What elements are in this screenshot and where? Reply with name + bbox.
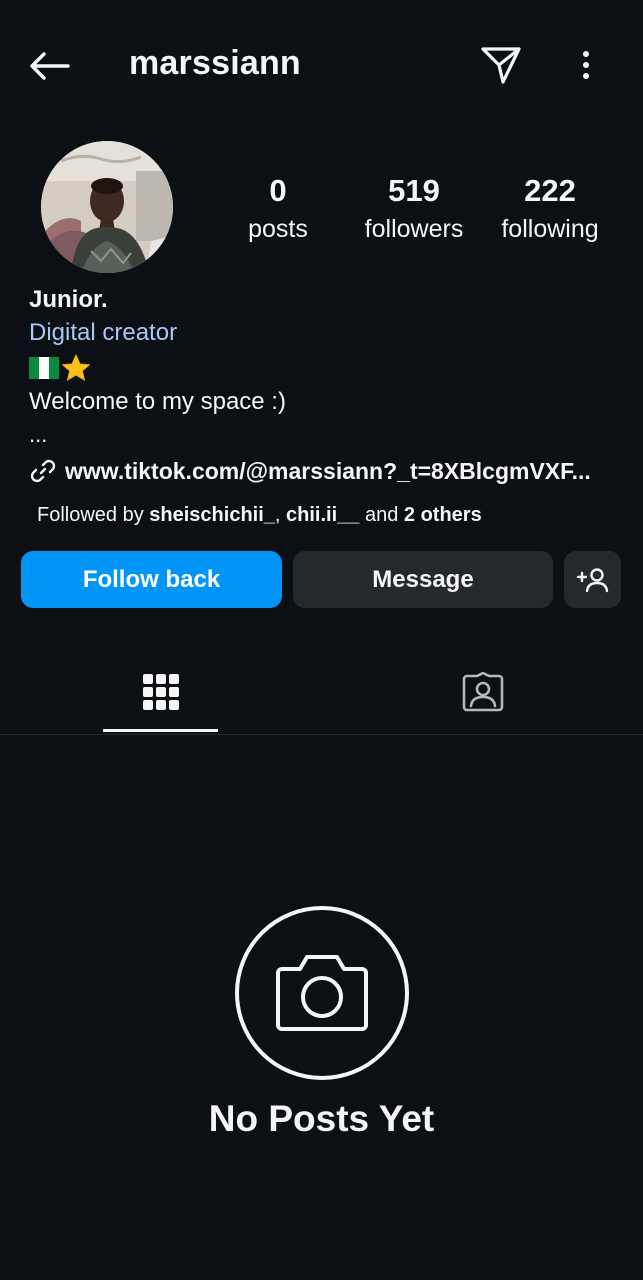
bio-text: Welcome to my space :) — [29, 388, 286, 415]
following-count: 222 — [524, 173, 576, 208]
followed-by-user: chii.ii__ — [286, 504, 360, 526]
empty-state-title: No Posts Yet — [208, 1098, 435, 1139]
link-icon — [30, 459, 56, 483]
followed-by-conjunction: and — [364, 504, 399, 526]
following-label: following — [501, 215, 599, 243]
following-stat[interactable]: 222 following — [480, 172, 620, 248]
top-bar: marssiann — [0, 0, 643, 130]
posts-label: posts — [248, 215, 308, 243]
followed-by-separator: , — [274, 504, 281, 526]
profile-link[interactable]: www.tiktok.com/@marssiann?_t=8XBlcgmVXF.… — [29, 454, 609, 488]
followed-by-prefix: Followed by — [37, 504, 144, 526]
back-button[interactable] — [24, 44, 74, 88]
camera-icon — [276, 955, 368, 1031]
share-profile-button[interactable] — [476, 40, 526, 90]
profile-photo — [41, 141, 173, 273]
profile-tabs — [0, 650, 643, 735]
more-options-button[interactable] — [566, 42, 606, 88]
empty-state-circle — [235, 906, 409, 1080]
followed-by-others: 2 others — [403, 504, 482, 526]
star-emoji — [62, 354, 90, 381]
nigeria-flag-emoji — [29, 357, 59, 379]
paper-plane-icon — [481, 47, 521, 84]
avatar[interactable] — [41, 141, 173, 273]
grid-icon — [142, 674, 179, 710]
bio-emojis — [29, 353, 91, 383]
active-tab-indicator — [103, 729, 218, 732]
followers-stat[interactable]: 519 followers — [344, 172, 484, 248]
more-vertical-icon — [583, 51, 589, 79]
profile-username: marssiann — [129, 44, 301, 82]
followed-by[interactable]: Followed by sheischichii_, chii.ii__ and… — [37, 504, 482, 527]
follow-back-button[interactable]: Follow back — [21, 551, 282, 608]
profile-category: Digital creator — [29, 319, 178, 346]
posts-stat[interactable]: 0 posts — [208, 172, 348, 248]
followed-by-user: sheischichii_ — [149, 504, 275, 526]
arrow-left-icon — [30, 52, 70, 80]
tab-posts-grid[interactable] — [0, 650, 321, 734]
tagged-icon — [462, 672, 503, 712]
followers-count: 519 — [388, 173, 440, 208]
posts-count: 0 — [269, 173, 287, 208]
suggested-users-button[interactable] — [564, 551, 621, 608]
followers-label: followers — [364, 215, 464, 243]
profile-link-text: www.tiktok.com/@marssiann?_t=8XBlcgmVXF.… — [65, 457, 591, 484]
add-person-icon — [576, 567, 608, 592]
display-name: Junior. — [29, 286, 108, 313]
bio-more[interactable]: ... — [29, 422, 47, 448]
tab-tagged[interactable] — [322, 650, 643, 734]
message-button[interactable]: Message — [293, 551, 553, 608]
